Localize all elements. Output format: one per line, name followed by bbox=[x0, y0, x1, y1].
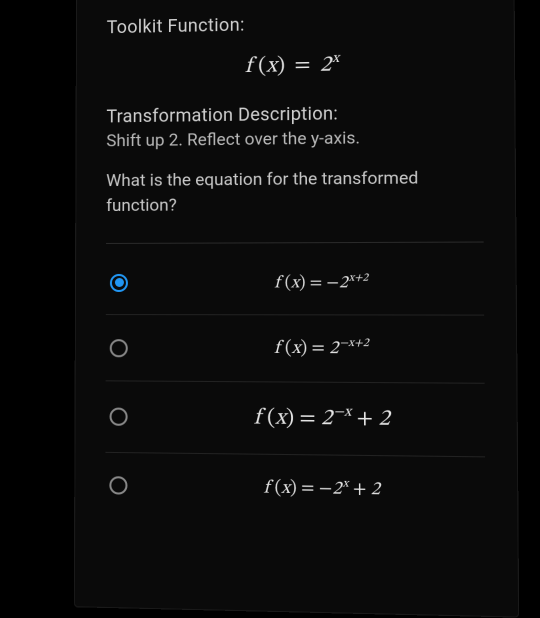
transformation-description: Shift up 2. Reflect over the y-axis. bbox=[106, 127, 483, 151]
radio-button[interactable] bbox=[110, 339, 128, 357]
option-row-opt-d[interactable]: f (x) = −2x + 2 bbox=[105, 452, 485, 524]
option-row-opt-b[interactable]: f (x) = 2−x+2 bbox=[106, 315, 485, 384]
option-formula: f (x) = 2−x + 2 bbox=[166, 402, 481, 435]
divider bbox=[106, 241, 484, 243]
radio-button[interactable] bbox=[110, 407, 128, 425]
option-row-opt-a[interactable]: f (x) = −2x+2 bbox=[106, 250, 484, 316]
option-formula: f (x) = −2x + 2 bbox=[166, 473, 481, 503]
question-card: Toolkit Function: f (x) = 2x Transformat… bbox=[74, 0, 519, 618]
toolkit-heading: Toolkit Function: bbox=[107, 10, 483, 39]
radio-button[interactable] bbox=[110, 274, 128, 292]
option-formula: f (x) = −2x+2 bbox=[166, 271, 480, 294]
radio-button[interactable] bbox=[109, 476, 127, 494]
question-prompt: What is the equation for the transformed… bbox=[106, 166, 483, 219]
option-row-opt-c[interactable]: f (x) = 2−x + 2 bbox=[105, 382, 485, 457]
transformation-heading: Transformation Description: bbox=[106, 102, 482, 128]
options-list: f (x) = −2x+2 f (x) = 2−x+2 f (x) = 2−x + … bbox=[105, 250, 485, 524]
toolkit-formula: f (x) = 2x bbox=[107, 47, 483, 83]
option-formula: f (x) = 2−x+2 bbox=[166, 336, 480, 363]
